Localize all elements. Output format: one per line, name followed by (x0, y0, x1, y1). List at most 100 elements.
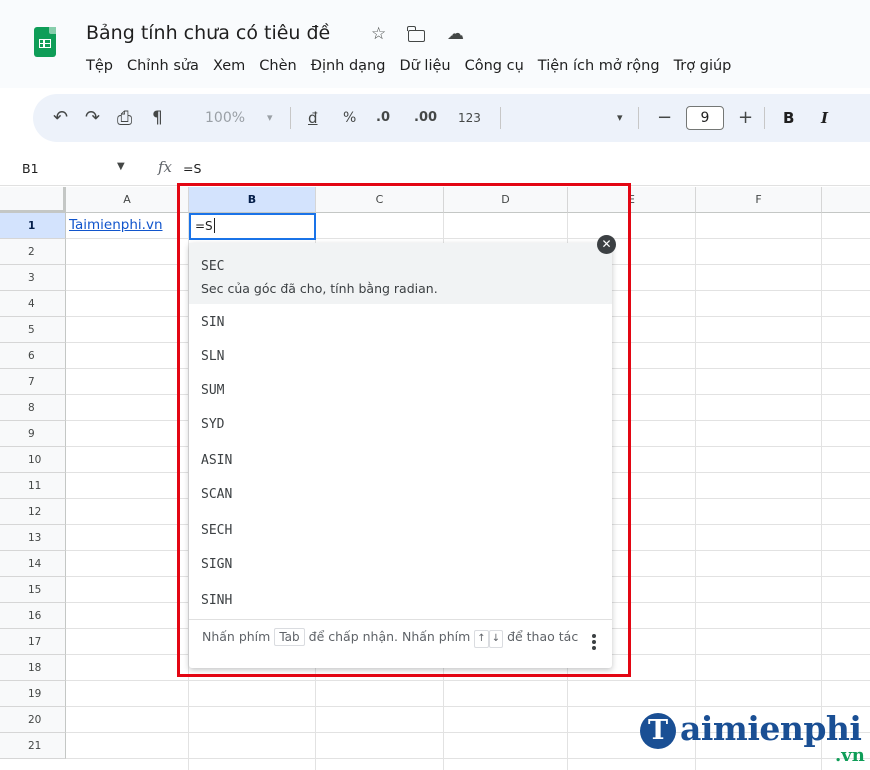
zoom-dropdown-icon[interactable]: ▾ (267, 94, 273, 142)
text-caret (213, 218, 215, 233)
row-header-2[interactable]: 2 (0, 239, 66, 265)
bold-button[interactable]: B (783, 94, 794, 142)
row-header-10[interactable]: 10 (0, 447, 66, 473)
italic-button[interactable]: I (821, 94, 828, 142)
column-header-b[interactable]: B (189, 187, 316, 213)
row-header-1[interactable]: 1 (0, 213, 66, 239)
select-all-corner[interactable] (0, 187, 66, 213)
hint-text: để chấp nhận. Nhấn phím (308, 629, 471, 644)
column-gridline (821, 213, 822, 770)
menu-file[interactable]: Tệp (86, 58, 113, 78)
toolbar-divider (500, 107, 501, 129)
row-header-21[interactable]: 21 (0, 733, 66, 759)
cell-b1-editor[interactable]: =S (189, 213, 316, 240)
title-bar: Bảng tính chưa có tiêu đề ☆ ☁ Tệp Chỉnh … (0, 0, 870, 88)
autocomplete-item[interactable]: SLN (201, 349, 224, 364)
fx-icon: fx (158, 158, 173, 176)
row-header-5[interactable]: 5 (0, 317, 66, 343)
row-header-13[interactable]: 13 (0, 525, 66, 551)
autocomplete-item[interactable]: ASIN (201, 453, 232, 468)
menu-bar: Tệp Chỉnh sửa Xem Chèn Định dạng Dữ liệu… (86, 58, 745, 78)
arrow-up-key-icon: ↑ (474, 630, 489, 648)
row-header-16[interactable]: 16 (0, 603, 66, 629)
hint-text: Nhấn phím (202, 629, 271, 644)
cloud-status-icon[interactable]: ☁ (447, 24, 464, 44)
menu-edit[interactable]: Chỉnh sửa (127, 58, 199, 78)
row-gridline (66, 238, 870, 239)
column-header-a[interactable]: A (66, 187, 189, 213)
formula-input[interactable]: =S (183, 161, 201, 176)
column-header-c[interactable]: C (316, 187, 444, 213)
column-header-e[interactable]: E (568, 187, 696, 213)
name-box-dropdown-icon[interactable]: ▼ (117, 161, 125, 172)
hint-text: để thao tác (507, 629, 579, 644)
row-gridline (66, 680, 870, 681)
name-box[interactable]: B1 (22, 161, 39, 176)
increase-decimal-button[interactable]: .00 (414, 94, 437, 142)
row-header-8[interactable]: 8 (0, 395, 66, 421)
toolbar: ↶ ↷ ⎙ ¶ 100% ▾ đ % .0 .00 123 ▾ − 9 + B … (33, 94, 870, 142)
column-header-g[interactable] (822, 187, 870, 213)
font-size-input[interactable]: 9 (686, 106, 724, 130)
autocomplete-item[interactable]: SIGN (201, 557, 232, 572)
row-header-3[interactable]: 3 (0, 265, 66, 291)
autocomplete-item[interactable]: SUM (201, 383, 224, 398)
paint-format-icon[interactable]: ¶ (152, 94, 163, 142)
toolbar-divider (764, 107, 765, 129)
column-gridline (695, 213, 696, 770)
decrease-decimal-button[interactable]: .0 (376, 94, 390, 142)
number-format-button[interactable]: 123 (458, 94, 481, 142)
menu-help[interactable]: Trợ giúp (674, 58, 732, 78)
watermark-brand: aimienphi (680, 709, 862, 748)
autocomplete-hint: Nhấn phím Tab để chấp nhận. Nhấn phím ↑ ↓… (202, 628, 587, 648)
menu-insert[interactable]: Chèn (259, 58, 296, 78)
row-header-9[interactable]: 9 (0, 421, 66, 447)
column-header-f[interactable]: F (696, 187, 822, 213)
tab-key-badge: Tab (274, 628, 305, 646)
font-dropdown-icon[interactable]: ▾ (617, 94, 623, 142)
autocomplete-item[interactable]: SYD (201, 417, 224, 432)
close-autocomplete-icon[interactable]: ✕ (597, 235, 616, 254)
autocomplete-item[interactable]: SIN (201, 315, 224, 330)
row-header-14[interactable]: 14 (0, 551, 66, 577)
menu-view[interactable]: Xem (213, 58, 245, 78)
menu-tools[interactable]: Công cụ (465, 58, 524, 78)
menu-data[interactable]: Dữ liệu (399, 58, 450, 78)
move-folder-icon[interactable] (407, 26, 425, 42)
row-header-12[interactable]: 12 (0, 499, 66, 525)
percent-format-button[interactable]: % (343, 94, 356, 142)
currency-format-button[interactable]: đ (308, 94, 318, 142)
menu-extensions[interactable]: Tiện ích mở rộng (538, 58, 660, 78)
zoom-select[interactable]: 100% (205, 94, 245, 142)
autocomplete-item[interactable]: SINH (201, 593, 232, 608)
row-header-6[interactable]: 6 (0, 343, 66, 369)
autocomplete-highlighted-item[interactable]: SEC Sec của góc đã cho, tính bằng radian… (189, 243, 612, 304)
more-vert-icon[interactable] (592, 634, 596, 652)
row-header-18[interactable]: 18 (0, 655, 66, 681)
decrease-font-size-button[interactable]: − (657, 94, 672, 142)
row-header-4[interactable]: 4 (0, 291, 66, 317)
menu-format[interactable]: Định dạng (311, 58, 386, 78)
column-header-d[interactable]: D (444, 187, 568, 213)
taimienphi-watermark-logo: T aimienphi .vn (640, 707, 870, 770)
print-icon[interactable]: ⎙ (117, 94, 132, 142)
cell-a1[interactable]: Taimienphi.vn (69, 217, 163, 233)
row-header-11[interactable]: 11 (0, 473, 66, 499)
undo-icon[interactable]: ↶ (53, 94, 68, 142)
autocomplete-item[interactable]: SECH (201, 523, 232, 538)
row-header-20[interactable]: 20 (0, 707, 66, 733)
toolbar-divider (290, 107, 291, 129)
autocomplete-item[interactable]: SCAN (201, 487, 232, 502)
autocomplete-footer: Nhấn phím Tab để chấp nhận. Nhấn phím ↑ ↓… (189, 619, 612, 668)
document-title[interactable]: Bảng tính chưa có tiêu đề (86, 22, 330, 44)
row-header-15[interactable]: 15 (0, 577, 66, 603)
formula-bar: B1 ▼ fx =S (0, 152, 870, 186)
sheets-logo-icon[interactable] (34, 27, 56, 57)
increase-font-size-button[interactable]: + (738, 94, 753, 142)
redo-icon[interactable]: ↷ (85, 94, 100, 142)
row-header-17[interactable]: 17 (0, 629, 66, 655)
row-header-7[interactable]: 7 (0, 369, 66, 395)
star-icon[interactable]: ☆ (371, 24, 386, 44)
arrow-down-key-icon: ↓ (488, 630, 504, 648)
row-header-19[interactable]: 19 (0, 681, 66, 707)
